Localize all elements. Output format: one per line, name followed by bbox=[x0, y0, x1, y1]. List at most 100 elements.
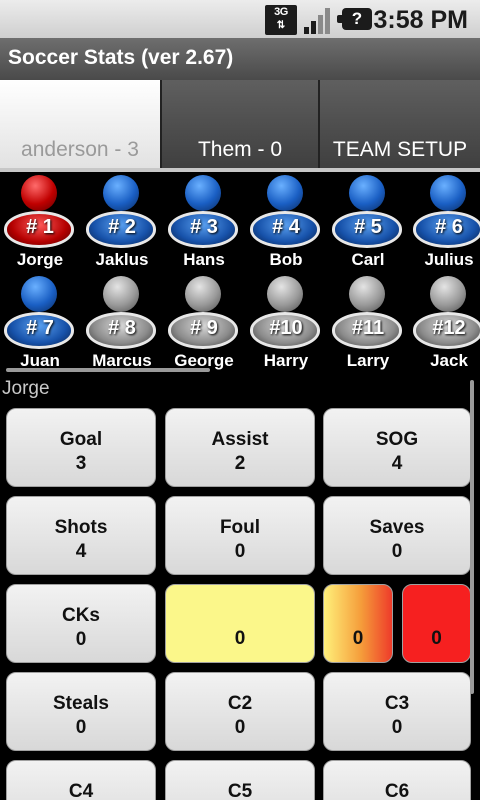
player-button[interactable]: # 6 Julius bbox=[408, 172, 480, 272]
stat-value: 3 bbox=[75, 453, 87, 474]
tab-team-setup[interactable]: TEAM SETUP bbox=[320, 80, 480, 168]
stat-grid: Goal 3 Assist 2 SOG 4 Shots 4 Foul 0 Sav… bbox=[0, 404, 480, 800]
player-head-icon bbox=[349, 276, 385, 312]
player-head-icon bbox=[349, 175, 385, 211]
stat-value: 4 bbox=[391, 453, 403, 474]
player-roster: # 1 Jorge # 2 Jaklus # 3 Hans # 4 Bob # … bbox=[0, 172, 480, 372]
player-number: # 7 bbox=[26, 317, 54, 339]
stat-label: C4 bbox=[68, 781, 94, 800]
stat-value: 0 bbox=[391, 717, 403, 738]
player-button[interactable]: # 3 Hans bbox=[163, 172, 245, 272]
network-label: 3G bbox=[274, 6, 288, 18]
player-head-icon bbox=[21, 276, 57, 312]
stat-label: C3 bbox=[384, 693, 410, 714]
stat-assist-button[interactable]: Assist 2 bbox=[165, 408, 315, 487]
roster-scrollbar[interactable] bbox=[6, 368, 210, 372]
tab-label: TEAM SETUP bbox=[332, 138, 468, 161]
stat-foul-button[interactable]: Foul 0 bbox=[165, 496, 315, 575]
player-head-icon bbox=[430, 276, 466, 312]
battery-unknown-icon: ? bbox=[337, 8, 372, 30]
stat-label: C6 bbox=[384, 781, 410, 800]
stat-goal-button[interactable]: Goal 3 bbox=[6, 408, 156, 487]
selected-player-name: Jorge bbox=[2, 378, 50, 399]
red-card-button[interactable]: 0 bbox=[402, 584, 471, 663]
player-button[interactable]: #11 Larry bbox=[327, 273, 409, 372]
stat-label: CKs bbox=[61, 605, 100, 626]
player-name: Larry bbox=[346, 351, 390, 370]
player-number: # 6 bbox=[435, 216, 463, 238]
player-name: Harry bbox=[263, 351, 309, 370]
player-number: # 4 bbox=[272, 216, 300, 238]
stat-value: 0 bbox=[431, 628, 442, 649]
player-head-icon bbox=[430, 175, 466, 211]
player-number: # 2 bbox=[108, 216, 136, 238]
player-name: Carl bbox=[351, 250, 385, 269]
player-head-icon bbox=[267, 276, 303, 312]
player-button[interactable]: #12 Jack bbox=[408, 273, 480, 372]
second-yellow-card-button[interactable]: 0 bbox=[323, 584, 393, 663]
player-button[interactable]: # 7 Juan bbox=[0, 273, 81, 372]
player-number: # 9 bbox=[190, 317, 218, 339]
player-name: Julius bbox=[424, 250, 474, 269]
tab-home-team[interactable]: anderson - 3 bbox=[0, 80, 162, 168]
stat-label: Goal bbox=[59, 429, 103, 450]
player-head-icon bbox=[21, 175, 57, 211]
status-bar: 3G ⇅ ? 3:58 PM bbox=[0, 0, 480, 38]
player-button[interactable]: #10 Harry bbox=[245, 273, 327, 372]
player-number: # 8 bbox=[108, 317, 136, 339]
stat-c3-button[interactable]: C3 0 bbox=[323, 672, 471, 751]
stat-label: Assist bbox=[211, 429, 269, 450]
player-number: # 5 bbox=[354, 216, 382, 238]
player-name: Hans bbox=[183, 250, 225, 269]
player-name: Jorge bbox=[16, 250, 64, 269]
player-number: #12 bbox=[432, 317, 466, 339]
player-button[interactable]: # 2 Jaklus bbox=[81, 172, 163, 272]
player-button[interactable]: # 9 George bbox=[163, 273, 245, 372]
stat-c5-button[interactable]: C5 bbox=[165, 760, 315, 800]
stat-value: 0 bbox=[75, 629, 87, 650]
player-button[interactable]: # 8 Marcus bbox=[81, 273, 163, 372]
tab-label: Them - 0 bbox=[197, 138, 283, 161]
player-number: #10 bbox=[269, 317, 303, 339]
stats-scrollbar[interactable] bbox=[470, 380, 474, 694]
status-clock: 3:58 PM bbox=[373, 6, 468, 34]
stat-sog-button[interactable]: SOG 4 bbox=[323, 408, 471, 487]
player-button[interactable]: # 1 Jorge bbox=[0, 172, 81, 272]
player-head-icon bbox=[267, 175, 303, 211]
player-name: Jack bbox=[430, 351, 468, 370]
stat-saves-button[interactable]: Saves 0 bbox=[323, 496, 471, 575]
stat-cks-button[interactable]: CKs 0 bbox=[6, 584, 156, 663]
player-number: #11 bbox=[351, 317, 385, 339]
stat-shots-button[interactable]: Shots 4 bbox=[6, 496, 156, 575]
player-head-icon bbox=[185, 175, 221, 211]
player-number: # 1 bbox=[26, 216, 54, 238]
player-head-icon bbox=[103, 175, 139, 211]
stat-c4-button[interactable]: C4 bbox=[6, 760, 156, 800]
data-arrows-icon: ⇅ bbox=[276, 20, 286, 31]
title-bar: Soccer Stats (ver 2.67) bbox=[0, 38, 480, 80]
stat-steals-button[interactable]: Steals 0 bbox=[6, 672, 156, 751]
stat-label: Shots bbox=[54, 517, 108, 538]
stat-label: C5 bbox=[227, 781, 253, 800]
tab-label: anderson - 3 bbox=[21, 138, 139, 161]
player-number: # 3 bbox=[190, 216, 218, 238]
player-name: Jaklus bbox=[95, 250, 149, 269]
stat-c2-button[interactable]: C2 0 bbox=[165, 672, 315, 751]
stat-value: 0 bbox=[234, 628, 246, 649]
stat-label: Foul bbox=[219, 517, 261, 538]
player-button[interactable]: # 4 Bob bbox=[245, 172, 327, 272]
tab-bar: anderson - 3 Them - 0 TEAM SETUP bbox=[0, 80, 480, 172]
stat-value: 0 bbox=[234, 541, 246, 562]
stat-value: 4 bbox=[75, 541, 87, 562]
stat-value: 2 bbox=[234, 453, 246, 474]
player-head-icon bbox=[103, 276, 139, 312]
stat-c6-button[interactable]: C6 bbox=[323, 760, 471, 800]
stat-value: 0 bbox=[75, 717, 87, 738]
app-title: Soccer Stats (ver 2.67) bbox=[8, 46, 234, 69]
yellow-card-button[interactable]: 0 bbox=[165, 584, 315, 663]
player-button[interactable]: # 5 Carl bbox=[327, 172, 409, 272]
player-name: Bob bbox=[269, 250, 303, 269]
stat-label: C2 bbox=[227, 693, 253, 714]
tab-them[interactable]: Them - 0 bbox=[162, 80, 320, 168]
stat-value: 0 bbox=[352, 628, 364, 649]
